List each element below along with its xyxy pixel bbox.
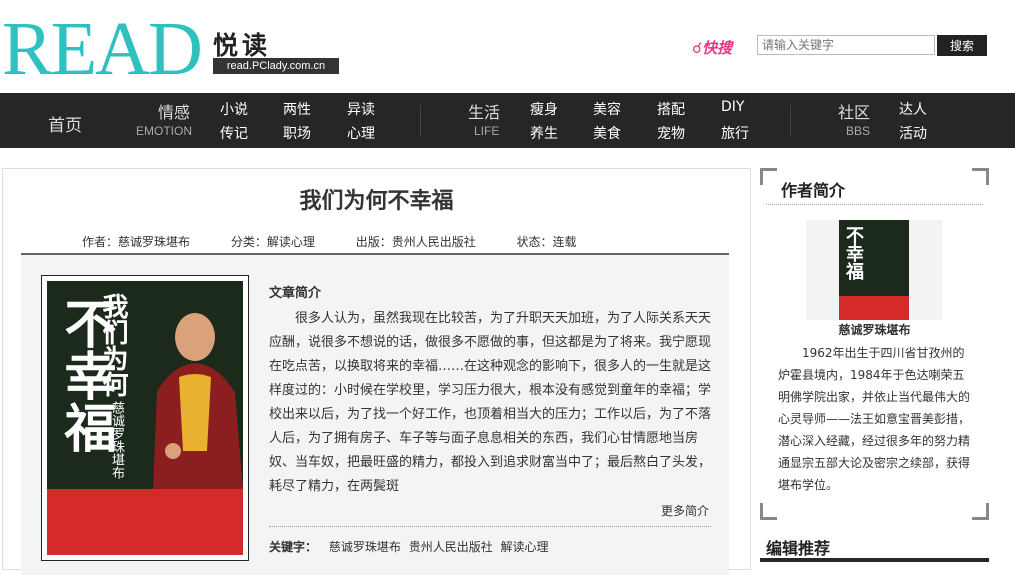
monk-illustration <box>153 313 243 489</box>
quick-search-label: ☌快搜 <box>692 39 733 57</box>
nav-community-en: BBS <box>846 124 871 138</box>
keywords-label: 关键字： <box>269 540 318 554</box>
book-category: 分类：解读心理 <box>230 235 315 249</box>
book-meta: 作者：慈诚罗珠堪布 分类：解读心理 出版：贵州人民出版社 状态：连载 <box>82 233 614 250</box>
nav-link-slim[interactable]: 瘦身 <box>530 99 558 119</box>
cover-red-band <box>47 489 243 555</box>
nav-link-beauty[interactable]: 美容 <box>593 99 621 119</box>
book-cover[interactable]: 我们为何 不幸福 慈诚罗珠堪布 <box>41 275 249 561</box>
author-panel: 作者简介 不幸福 慈诚罗珠堪布 1962年出生于四川省甘孜州的炉霍县境内，198… <box>760 168 989 520</box>
nav-link-health[interactable]: 养生 <box>530 123 558 143</box>
nav-link-gender[interactable]: 两性 <box>283 99 311 119</box>
editor-recommend-bar <box>760 558 989 562</box>
quick-search-icon: ☌ <box>692 39 703 57</box>
book-status: 状态：连载 <box>516 235 577 249</box>
nav-link-travel[interactable]: 旅行 <box>721 123 749 143</box>
more-intro-link[interactable]: 更多简介 <box>661 502 709 519</box>
nav-link-novel[interactable]: 小说 <box>220 99 248 119</box>
book-panel: 我们为何不幸福 作者：慈诚罗珠堪布 分类：解读心理 出版：贵州人民出版社 状态：… <box>2 168 751 575</box>
thumbnail-red-band <box>839 296 909 320</box>
keyword-link[interactable]: 解读心理 <box>501 540 549 554</box>
keyword-link[interactable]: 慈诚罗珠堪布 <box>329 540 401 554</box>
thumbnail-title: 不幸福 <box>843 226 864 280</box>
corner-decoration <box>972 168 989 185</box>
author-divider <box>766 204 983 205</box>
editor-recommend-heading: 编辑推荐 <box>766 539 831 558</box>
corner-decoration <box>760 503 777 520</box>
nav-link-experts[interactable]: 达人 <box>899 99 927 119</box>
nav-link-biography[interactable]: 传记 <box>220 123 248 143</box>
nav-community[interactable]: 社区 <box>838 99 870 123</box>
author-book-thumbnail[interactable]: 不幸福 <box>806 220 942 320</box>
book-publisher: 出版：贵州人民出版社 <box>355 235 476 249</box>
nav-emotion[interactable]: 情感 <box>158 99 190 123</box>
thumbnail-cover: 不幸福 <box>839 220 909 320</box>
nav-home[interactable]: 首页 <box>48 111 82 136</box>
nav-link-psychology[interactable]: 心理 <box>347 123 375 143</box>
nav-life-en: LIFE <box>474 124 500 138</box>
nav-link-odd-read[interactable]: 异读 <box>347 99 375 119</box>
keywords-row: 关键字： 慈诚罗珠堪布 贵州人民出版社 解读心理 <box>269 538 553 555</box>
nav-link-diy[interactable]: DIY <box>721 99 744 115</box>
corner-decoration <box>972 503 989 520</box>
nav-divider <box>420 105 421 137</box>
nav-link-workplace[interactable]: 职场 <box>283 123 311 143</box>
intro-heading: 文章简介 <box>269 286 322 301</box>
author-bio: 1962年出生于四川省甘孜州的炉霍县境内，1984年于色达喇荣五明佛学院出家，并… <box>778 346 971 492</box>
keyword-link[interactable]: 贵州人民出版社 <box>409 540 493 554</box>
main-nav: 首页 情感 EMOTION 小说 两性 异读 传记 职场 心理 生活 LIFE … <box>0 93 1015 148</box>
book-author: 作者：慈诚罗珠堪布 <box>82 235 191 249</box>
nav-link-food[interactable]: 美食 <box>593 123 621 143</box>
nav-emotion-en: EMOTION <box>136 124 192 138</box>
intro-text: 很多人认为，虽然我现在比较苦，为了升职天天加班，为了人际关系天天应酬，说很多不想… <box>269 311 711 494</box>
nav-divider <box>790 105 791 137</box>
cover-author: 慈诚罗珠堪布 <box>109 401 124 479</box>
logo-url: read.PClady.com.cn <box>213 58 339 74</box>
book-title: 我们为何不幸福 <box>299 189 454 214</box>
logo-cn: 悦读 <box>213 31 272 60</box>
nav-life[interactable]: 生活 <box>468 99 500 123</box>
cover-title-big: 不幸福 <box>55 297 115 453</box>
author-name[interactable]: 慈诚罗珠堪布 <box>760 321 989 338</box>
author-heading: 作者简介 <box>781 181 846 200</box>
search-button[interactable]: 搜索 <box>937 35 987 56</box>
nav-link-match[interactable]: 搭配 <box>657 99 685 119</box>
search-input[interactable] <box>757 35 935 55</box>
nav-link-pets[interactable]: 宠物 <box>657 123 685 143</box>
keyword-divider <box>269 526 711 527</box>
corner-decoration <box>760 168 777 185</box>
nav-link-activities[interactable]: 活动 <box>899 123 927 143</box>
cover-image: 我们为何 不幸福 慈诚罗珠堪布 <box>47 281 243 555</box>
logo-read: READ <box>2 7 203 91</box>
